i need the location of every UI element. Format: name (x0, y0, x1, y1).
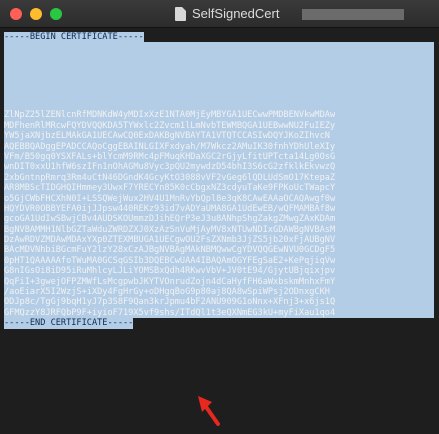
text-editor[interactable]: -----BEGIN CERTIFICATE----- ZlNpZ25lZENl… (0, 28, 439, 434)
certificate-line: ZlNpZ25lZENlcnRfMDNKdW4yMDIxXzE1NTA0MjEy… (4, 110, 336, 121)
certificate-line: BAcMDVNhbiBGcmFuY2lzY28xCzAJBgNVBAgMAkNB… (4, 245, 336, 256)
certificate-line: wnDIT0xxU1hfW6szIFn1nOhAGMu8Vyc3pQU2mywd… (4, 162, 336, 173)
close-window-button[interactable] (10, 8, 22, 20)
certificate-line: o5GjCWbFHCXhN0I+LSSQWejWux2HV4U1MnRvYbQp… (4, 193, 336, 204)
minimize-window-button[interactable] (30, 8, 42, 20)
certificate-line: HQYDVR0OBBYEFA0ijJJpsw440REKz93id7vADYaU… (4, 203, 336, 214)
certificate-line: QqFiI+3gwejOFPZMWfLsMcgpwbJKYTVOnrudZojn… (4, 276, 336, 287)
maximize-window-button[interactable] (50, 8, 62, 20)
certificate-line: AQEBBQADggEPADCCAQoCggEBAINLGIXFxdyah/M7… (4, 141, 336, 152)
certificate-line: 0pHT1QAAAAAfoTWuMA0GCSqGSIb3DQEBCwUAA4IB… (4, 255, 336, 266)
certificate-line: MDFhenRlMRcwFQYDVQQKDA5TYWxlc2Zvcm1lLmNv… (4, 120, 336, 131)
certificate-line: AR8MBScTIDGHQIHmmey3UwxF7YRECYn85K0cCbgx… (4, 183, 336, 194)
window-title: SelfSignedCert (192, 6, 280, 21)
end-certificate-line: -----END CERTIFICATE----- (4, 318, 134, 329)
blank-selected-area (4, 42, 434, 111)
certificate-line: VFm/B50gq0YSXFALs+blYcmM9RMc4pFMuqKHDaXG… (4, 151, 336, 162)
certificate-line: gcoGA1UdIwSBwjCBv4AUDSKOUmmzDJihEQrP3eJ3… (4, 214, 336, 225)
document-icon (175, 7, 186, 21)
certificate-line: YW5jaXNjbzELMAkGA1UECAwCQ0ExDAKBgNVBAYTA… (4, 131, 330, 142)
begin-certificate-line: -----BEGIN CERTIFICATE----- (4, 32, 144, 43)
title-bar: SelfSignedCert (0, 0, 439, 28)
red-arrow-annotation (198, 396, 220, 426)
certificate-line: /aoEiarX5I2WzjS+iXDy4FgHrGy+oDHgqBoG9p80… (4, 287, 330, 298)
certificate-line: G8nIGsOi8iD95iRuMhlcyLJLiYOMSBxQdh4RKwvV… (4, 266, 336, 277)
certificate-line: BgNVBAMMH1NlbGZTaWduZWRDZXJ0XzAzSnVuMjAy… (4, 224, 336, 235)
certificate-text[interactable]: -----BEGIN CERTIFICATE----- ZlNpZ25lZENl… (4, 32, 434, 329)
certificate-line: 2xbGntnpRmrq3Rm4uCtN46DGndK4GcyKtO3088vV… (4, 172, 336, 183)
certificate-line: DzAwRDVZMDAwMDAxYXp0ZTEXMBUGA1UECgwOU2Fs… (4, 235, 336, 246)
redacted-title-suffix (302, 9, 404, 20)
certificate-body: ZlNpZ25lZENlcnRfMDNKdW4yMDIxXzE1NTA0MjEy… (4, 110, 434, 319)
certificate-line: GFMQzzY8JRFQbP9F+iyioF719X5vf9shs/ITdQl1… (4, 307, 336, 318)
certificate-line: ODJp8c/TgGj9bqH1yJ7p3S8F9Qan3krJpmu4bF2A… (4, 297, 336, 308)
